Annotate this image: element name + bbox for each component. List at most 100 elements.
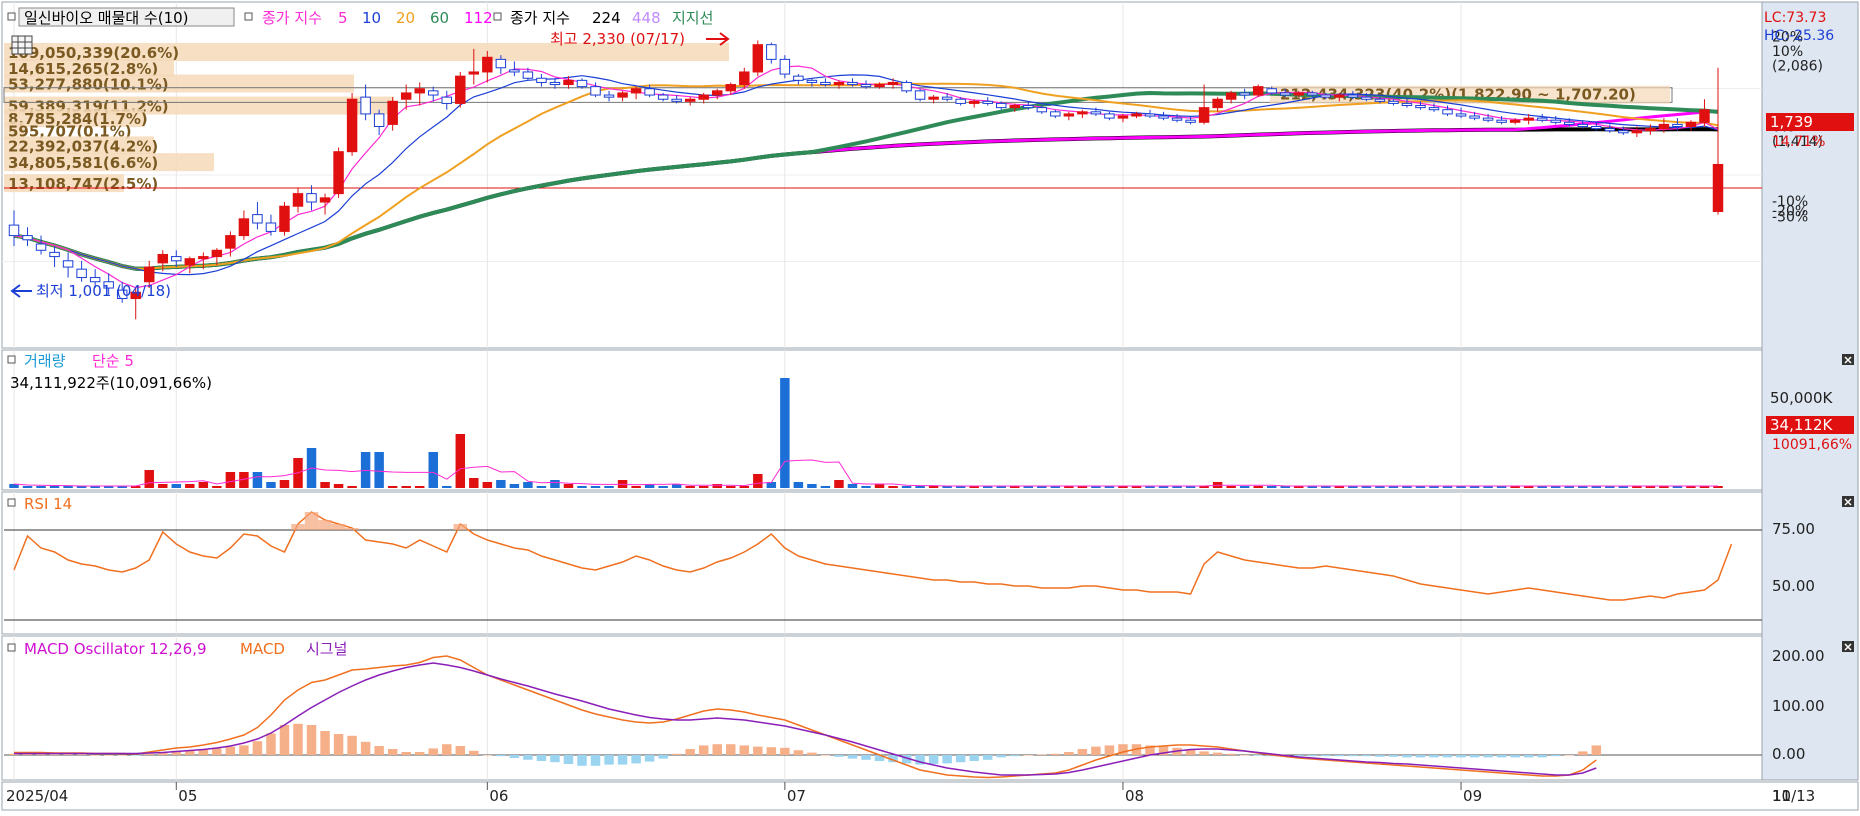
volume-bar bbox=[347, 486, 357, 488]
macd-oscillator-bar bbox=[1415, 755, 1426, 758]
candle-body bbox=[1685, 121, 1697, 128]
candle-body bbox=[265, 222, 277, 232]
chart-title: 일신바이오 매물대 수(10) bbox=[24, 9, 189, 27]
volume-bar bbox=[739, 486, 750, 488]
volume-close-icon[interactable] bbox=[1842, 354, 1854, 365]
candle-body bbox=[1225, 92, 1237, 100]
rsi-overbought bbox=[453, 524, 468, 530]
macd-oscillator-bar bbox=[482, 755, 493, 756]
candle-body bbox=[1374, 98, 1386, 102]
x-axis-label: 08 bbox=[1125, 787, 1144, 805]
candle-body bbox=[1334, 94, 1345, 98]
grid-toggle-icon[interactable] bbox=[11, 35, 33, 55]
macd-oscillator-bar bbox=[753, 746, 763, 755]
macd-toggle-icon[interactable] bbox=[7, 643, 16, 652]
candle-body bbox=[1401, 102, 1413, 107]
macd-axis-200: 200.00 bbox=[1772, 647, 1825, 665]
macd-oscillator-bar bbox=[928, 755, 939, 764]
candle-body bbox=[996, 102, 1007, 109]
macd-close-icon[interactable] bbox=[1842, 641, 1854, 652]
x-axis-label: 06 bbox=[489, 787, 508, 805]
macd-oscillator-bar bbox=[563, 755, 574, 764]
candle-body bbox=[630, 88, 642, 94]
candle-body bbox=[292, 193, 304, 207]
macd-oscillator-bar bbox=[90, 755, 100, 756]
macd-oscillator-bar bbox=[130, 755, 141, 756]
volume-panel-frame bbox=[1, 349, 1763, 491]
macd-oscillator-bar bbox=[374, 746, 384, 755]
candle-body bbox=[1131, 113, 1142, 117]
macd-oscillator-bar bbox=[76, 754, 87, 755]
candle-body bbox=[184, 258, 196, 266]
candle-body bbox=[1482, 117, 1494, 121]
candle-body bbox=[252, 214, 263, 224]
macd-oscillator-bar bbox=[1550, 755, 1561, 757]
candle-body bbox=[887, 81, 899, 86]
candle-body bbox=[644, 88, 655, 96]
macd-oscillator-bar bbox=[1348, 755, 1358, 757]
candle-body bbox=[1577, 123, 1588, 128]
rsi-overbought bbox=[331, 524, 346, 530]
macd-oscillator-bar bbox=[347, 735, 357, 755]
candle-body bbox=[441, 96, 452, 104]
macd-oscillator-bar bbox=[239, 745, 249, 755]
rsi-overbought bbox=[291, 524, 305, 530]
macd-oscillator-bar bbox=[1212, 752, 1223, 755]
volume-bar bbox=[928, 486, 939, 488]
macd-oscillator-bar bbox=[658, 755, 668, 759]
macd-oscillator-bar bbox=[252, 741, 263, 755]
volume-bar bbox=[198, 482, 209, 488]
macd-oscillator-bar bbox=[550, 755, 560, 763]
support-label: 지지선 bbox=[672, 9, 713, 27]
macd-oscillator-bar bbox=[1578, 751, 1588, 755]
ma-toggle-icon[interactable] bbox=[244, 12, 253, 21]
volume-bar bbox=[63, 486, 73, 488]
macd-oscillator-bar bbox=[212, 748, 222, 755]
macd-oscillator-bar bbox=[428, 748, 438, 755]
volume-bar bbox=[171, 484, 182, 488]
ma2-period-b: 448 bbox=[632, 9, 661, 27]
volume-bar bbox=[847, 484, 858, 488]
macd-oscillator-bar bbox=[103, 755, 114, 756]
candle-body bbox=[1063, 113, 1075, 117]
candle-body bbox=[1428, 107, 1440, 111]
macd-oscillator-bar bbox=[279, 725, 290, 755]
volume-bar bbox=[874, 484, 885, 488]
macd-oscillator-bar bbox=[644, 755, 655, 762]
volume-title: 거래량 bbox=[24, 352, 66, 370]
macd-oscillator-bar bbox=[360, 741, 371, 755]
macd-oscillator-bar bbox=[590, 755, 601, 766]
macd-oscillator-bar bbox=[1537, 755, 1547, 758]
ma2-toggle-icon[interactable] bbox=[493, 12, 502, 21]
low-annotation: 최저 1,001 (04/18) bbox=[36, 282, 171, 300]
legend-toggle-icon[interactable] bbox=[7, 12, 16, 21]
candle-body bbox=[806, 79, 818, 83]
volume-toggle-icon[interactable] bbox=[7, 355, 16, 364]
candle-body bbox=[968, 100, 980, 104]
candle-body bbox=[238, 218, 250, 237]
candle-body bbox=[1280, 92, 1291, 96]
candle-body bbox=[847, 81, 858, 86]
candle-body bbox=[603, 94, 615, 98]
volume-bar bbox=[333, 484, 344, 488]
rsi-toggle-icon[interactable] bbox=[7, 498, 16, 507]
rsi-close-icon[interactable] bbox=[1842, 496, 1854, 507]
macd-oscillator-bar bbox=[847, 755, 858, 759]
macd-oscillator-bar bbox=[685, 749, 695, 755]
volume-bar bbox=[834, 480, 844, 488]
macd-axis-0: 0.00 bbox=[1772, 745, 1805, 763]
ma-period-112: 112 bbox=[464, 9, 493, 27]
candle-body bbox=[428, 90, 439, 96]
volume-profile-label: 22,392,037(4.2%) bbox=[8, 137, 158, 155]
volume-bar bbox=[225, 472, 236, 488]
macd-oscillator-bar bbox=[469, 750, 479, 755]
macd-oscillator-bar bbox=[1253, 755, 1263, 756]
candle-body bbox=[766, 44, 777, 60]
current-change: 14.71% bbox=[1772, 134, 1825, 150]
volume-bar bbox=[469, 478, 479, 488]
volume-bar bbox=[414, 486, 425, 488]
rsi-overbought bbox=[345, 528, 359, 530]
price-axis-label: -30% bbox=[1772, 210, 1808, 226]
macd-oscillator-bar bbox=[1064, 752, 1074, 755]
candle-body bbox=[793, 75, 804, 81]
